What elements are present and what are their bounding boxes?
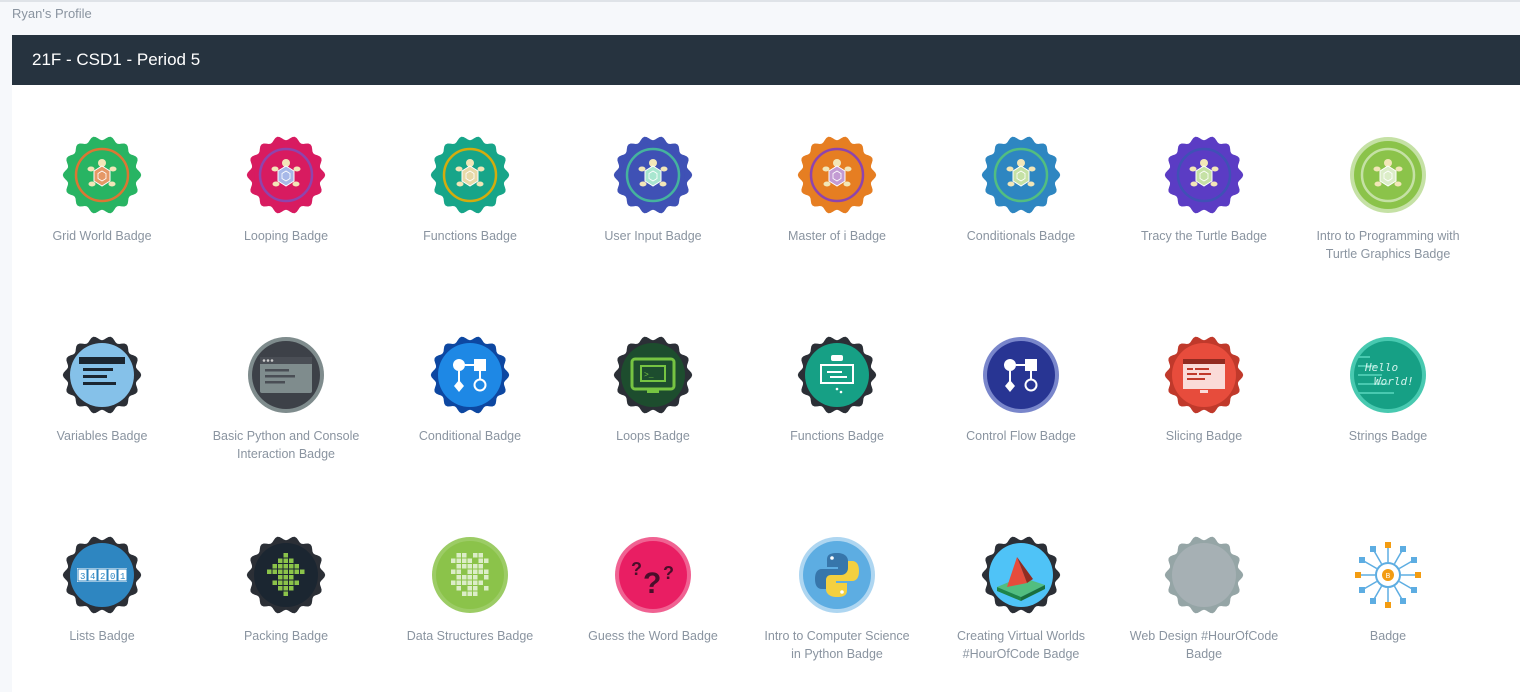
flowchart-icon — [983, 337, 1059, 413]
badge-label: Tracy the Turtle Badge — [1141, 229, 1267, 243]
badge-label: Badge — [1369, 629, 1407, 643]
svg-text:>_: >_ — [644, 371, 654, 380]
turtle-icon — [797, 136, 877, 214]
svg-text:2: 2 — [100, 572, 105, 582]
badge-item[interactable]: Conditionals Badge — [936, 135, 1106, 245]
badge-item[interactable]: Master of i Badge — [752, 135, 922, 245]
badge-label: Web Design #HourOfCode Badge — [1129, 629, 1279, 661]
badge-grid: Grid World Badge Looping Badge Functions… — [12, 85, 1520, 692]
badge-label: Looping Badge — [243, 229, 329, 243]
badge-label: Loops Badge — [616, 429, 690, 443]
badge-label: Functions Badge — [423, 229, 517, 243]
badge-item[interactable]: User Input Badge — [568, 135, 738, 245]
badge-item[interactable]: Variables Badge — [17, 335, 187, 445]
svg-text:?: ? — [631, 559, 642, 579]
badge-item[interactable]: >_ Loops Badge — [568, 335, 738, 445]
badge-item[interactable]: Tracy the Turtle Badge — [1119, 135, 1289, 245]
svg-text:B: B — [1386, 573, 1391, 580]
badge-item[interactable]: Data Structures Badge — [385, 535, 555, 645]
badge-label: Guess the Word Badge — [588, 629, 718, 643]
window-icon — [62, 336, 142, 414]
pixel-grid-icon — [432, 537, 508, 613]
breadcrumb[interactable]: Ryan's Profile — [12, 6, 92, 22]
badge-item[interactable]: Looping Badge — [201, 135, 371, 245]
turtle-icon — [430, 136, 510, 214]
turtle-icon — [613, 136, 693, 214]
flowchart-icon — [430, 336, 510, 414]
python-logo-icon — [799, 537, 875, 613]
badge-item[interactable]: Slicing Badge — [1119, 335, 1289, 445]
badge-panel: 21F - CSD1 - Period 5 Grid World Badge L… — [12, 35, 1520, 692]
badge-label: Functions Badge — [790, 429, 884, 443]
network-hub-icon: B — [1355, 542, 1421, 608]
badge-item[interactable]: Hello World! Strings Badge — [1303, 335, 1473, 445]
turtle-icon — [246, 136, 326, 214]
badge-item[interactable]: Basic Python and Console Interaction Bad… — [201, 335, 371, 463]
tent-world-icon — [981, 536, 1061, 614]
badge-label: Basic Python and Console Interaction Bad… — [212, 429, 360, 461]
section-title: 21F - CSD1 - Period 5 — [12, 35, 1520, 85]
badge-item[interactable]: Grid World Badge — [17, 135, 187, 245]
badge-item[interactable]: Intro to Computer Science in Python Badg… — [752, 535, 922, 663]
function-flow-icon — [797, 336, 877, 414]
turtle-icon — [1350, 137, 1426, 213]
badge-label: Lists Badge — [69, 629, 135, 643]
badge-label: Data Structures Badge — [406, 629, 534, 643]
code-window-icon — [1164, 336, 1244, 414]
blank-icon — [1164, 536, 1244, 614]
question-marks-icon: ? ? ? — [615, 537, 691, 613]
badge-label: Variables Badge — [56, 429, 148, 443]
badge-item[interactable]: Packing Badge — [201, 535, 371, 645]
badge-label: Master of i Badge — [788, 229, 886, 243]
hello-text: Hello — [1364, 361, 1398, 374]
top-divider — [0, 0, 1520, 2]
badge-item[interactable]: B Badge — [1303, 535, 1473, 645]
badge-label: Creating Virtual Worlds #HourOfCode Badg… — [956, 629, 1086, 661]
badge-label: Intro to Programming with Turtle Graphic… — [1316, 229, 1460, 261]
monitor-icon: >_ — [613, 336, 693, 414]
badge-label: Control Flow Badge — [966, 429, 1076, 443]
badge-item[interactable]: ? ? ? Guess the Word Badge — [568, 535, 738, 645]
turtle-icon — [1164, 136, 1244, 214]
svg-text:?: ? — [643, 567, 661, 600]
badge-label: User Input Badge — [604, 229, 702, 243]
badge-label: Conditional Badge — [418, 429, 522, 443]
badge-label: Packing Badge — [243, 629, 329, 643]
turtle-icon — [62, 136, 142, 214]
hello-world-icon: Hello World! — [1350, 337, 1426, 413]
badge-item[interactable]: Control Flow Badge — [936, 335, 1106, 445]
svg-text:1: 1 — [120, 572, 125, 582]
badge-item[interactable]: Intro to Programming with Turtle Graphic… — [1303, 135, 1473, 263]
svg-text:3: 3 — [80, 572, 85, 582]
badge-label: Strings Badge — [1348, 429, 1428, 443]
badge-item[interactable]: 3 4 2 0 1 Lists Badge — [17, 535, 187, 645]
badge-label: Slicing Badge — [1165, 429, 1243, 443]
badge-item[interactable]: Functions Badge — [385, 135, 555, 245]
svg-text:World!: World! — [1374, 375, 1414, 388]
turtle-icon — [981, 136, 1061, 214]
svg-text:4: 4 — [90, 572, 95, 582]
svg-text:0: 0 — [110, 572, 115, 582]
badge-item[interactable]: Functions Badge — [752, 335, 922, 445]
badge-item[interactable]: Web Design #HourOfCode Badge — [1119, 535, 1289, 663]
badge-label: Grid World Badge — [52, 229, 152, 243]
badge-label: Conditionals Badge — [966, 229, 1076, 243]
badge-label: Intro to Computer Science in Python Badg… — [764, 629, 910, 661]
terminal-window-icon — [248, 337, 324, 413]
badge-item[interactable]: Conditional Badge — [385, 335, 555, 445]
svg-text:?: ? — [663, 563, 674, 583]
list-boxes-icon: 34201 — [62, 536, 142, 614]
badge-item[interactable]: Creating Virtual Worlds #HourOfCode Badg… — [936, 535, 1106, 663]
pixel-tree-icon — [246, 536, 326, 614]
